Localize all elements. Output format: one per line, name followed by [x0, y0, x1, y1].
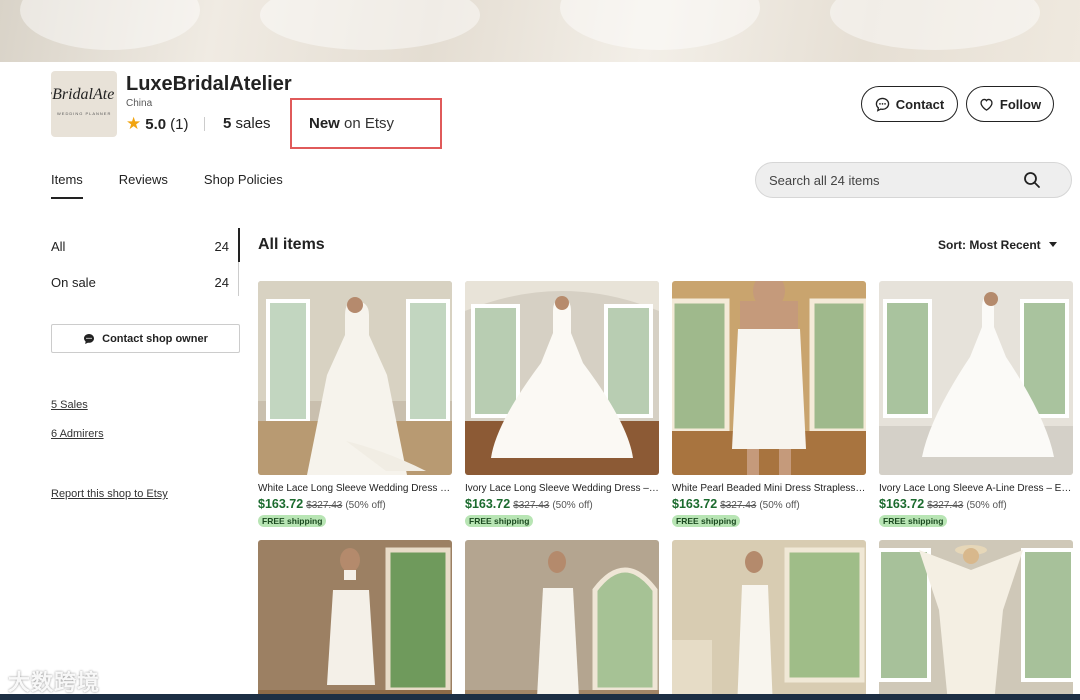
logo-text: eBridalAte	[51, 86, 115, 103]
discount: (50% off)	[966, 500, 1007, 511]
divider	[204, 117, 205, 131]
tab-reviews[interactable]: Reviews	[119, 172, 168, 199]
section-item-on-sale[interactable]: On sale 24	[51, 264, 240, 300]
review-count: (1)	[170, 115, 189, 133]
section-count: 24	[214, 274, 229, 290]
divider	[238, 262, 239, 296]
shop-rating[interactable]: ★ 5.0 (1)	[126, 114, 188, 134]
original-price: $327.43	[720, 500, 757, 511]
listing-photo[interactable]	[672, 281, 866, 475]
section-count: 24	[214, 238, 229, 254]
listing-photo[interactable]	[879, 281, 1073, 475]
contact-owner-label: Contact shop owner	[102, 332, 208, 345]
page-title: All items	[258, 236, 325, 253]
new-label: New	[309, 115, 340, 132]
message-icon	[84, 333, 95, 344]
original-price: $327.43	[927, 500, 964, 511]
tab-items[interactable]: Items	[51, 172, 83, 199]
contact-label: Contact	[895, 96, 945, 112]
original-price: $327.43	[513, 500, 550, 511]
section-label: On sale	[51, 274, 96, 290]
listing-photo[interactable]	[879, 540, 1073, 700]
watermark: 大数跨境	[8, 670, 101, 695]
admirers-link[interactable]: 6 Admirers	[51, 428, 104, 440]
listing-title[interactable]: White Pearl Beaded Mini Dress Strapless …	[672, 483, 866, 494]
search-input[interactable]	[769, 172, 1019, 188]
rating-score: 5.0	[145, 115, 167, 133]
listing-card[interactable]: White Lace Long Sleeve Wedding Dress – E…	[258, 281, 452, 529]
listing-photo[interactable]	[258, 540, 452, 700]
listing-card[interactable]	[879, 540, 1073, 700]
follow-button[interactable]: Follow	[966, 86, 1054, 122]
taskbar-strip	[0, 694, 1080, 700]
price-row: $163.72 $327.43 (50% off)	[879, 497, 1073, 511]
listing-photo[interactable]	[465, 281, 659, 475]
logo-subtitle: WEDDING PLANNER	[57, 111, 112, 116]
active-indicator	[238, 228, 240, 262]
section-list: All 24 On sale 24	[51, 228, 240, 300]
discount: (50% off)	[345, 500, 386, 511]
price-row: $163.72 $327.43 (50% off)	[465, 497, 659, 511]
free-shipping-badge: FREE shipping	[465, 515, 534, 527]
sale-price: $163.72	[258, 497, 304, 511]
listing-title[interactable]: Ivory Lace Long Sleeve A-Line Dress – El…	[879, 483, 1073, 494]
listing-card[interactable]: Ivory Lace Long Sleeve Wedding Dress – R…	[465, 281, 659, 529]
discount: (50% off)	[759, 500, 800, 511]
search-icon[interactable]	[1023, 171, 1041, 189]
listing-card[interactable]: White Pearl Beaded Mini Dress Strapless …	[672, 281, 866, 529]
listing-title[interactable]: White Lace Long Sleeve Wedding Dress – E…	[258, 483, 452, 494]
listing-card[interactable]	[672, 540, 866, 700]
discount: (50% off)	[552, 500, 593, 511]
heart-icon	[980, 98, 993, 111]
shop-logo[interactable]: eBridalAte WEDDING PLANNER	[51, 71, 117, 137]
listing-title[interactable]: Ivory Lace Long Sleeve Wedding Dress – R…	[465, 483, 659, 494]
free-shipping-badge: FREE shipping	[258, 515, 327, 527]
original-price: $327.43	[306, 500, 343, 511]
free-shipping-badge: FREE shipping	[879, 515, 948, 527]
price-row: $163.72 $327.43 (50% off)	[258, 497, 452, 511]
sale-price: $163.72	[465, 497, 511, 511]
free-shipping-badge: FREE shipping	[672, 515, 741, 527]
section-item-all[interactable]: All 24	[51, 228, 240, 264]
listing-card[interactable]	[258, 540, 452, 700]
sales-stat: 5 sales	[223, 115, 271, 132]
star-icon: ★	[126, 114, 142, 133]
contact-shop-owner-button[interactable]: Contact shop owner	[51, 324, 240, 353]
sale-price: $163.72	[672, 497, 718, 511]
sales-label: sales	[235, 115, 271, 132]
sales-count: 5	[223, 115, 232, 132]
listing-photo[interactable]	[672, 540, 866, 700]
follow-label: Follow	[999, 96, 1042, 112]
caret-down-icon	[1048, 242, 1057, 247]
sale-price: $163.72	[879, 497, 925, 511]
shop-tabs: Items Reviews Shop Policies	[51, 172, 319, 199]
contact-button[interactable]: Contact	[861, 86, 958, 122]
shop-name: LuxeBridalAtelier	[126, 73, 292, 95]
section-label: All	[51, 238, 66, 254]
shop-location: China	[126, 98, 153, 109]
listing-card[interactable]	[465, 540, 659, 700]
on-etsy-label: on Etsy	[344, 115, 395, 132]
price-row: $163.72 $327.43 (50% off)	[672, 497, 866, 511]
listing-photo[interactable]	[465, 540, 659, 700]
message-icon	[875, 97, 890, 112]
new-on-etsy-badge: New on Etsy	[309, 115, 394, 132]
sales-link[interactable]: 5 Sales	[51, 399, 88, 411]
listing-photo[interactable]	[258, 281, 452, 475]
shop-banner	[0, 0, 1080, 62]
tab-shop-policies[interactable]: Shop Policies	[204, 172, 283, 199]
shop-search	[755, 162, 1072, 198]
sort-label: Sort: Most Recent	[938, 238, 1041, 252]
listing-card[interactable]: Ivory Lace Long Sleeve A-Line Dress – El…	[879, 281, 1073, 529]
sort-dropdown[interactable]: Sort: Most Recent	[938, 238, 1057, 252]
report-shop-link[interactable]: Report this shop to Etsy	[51, 488, 168, 500]
